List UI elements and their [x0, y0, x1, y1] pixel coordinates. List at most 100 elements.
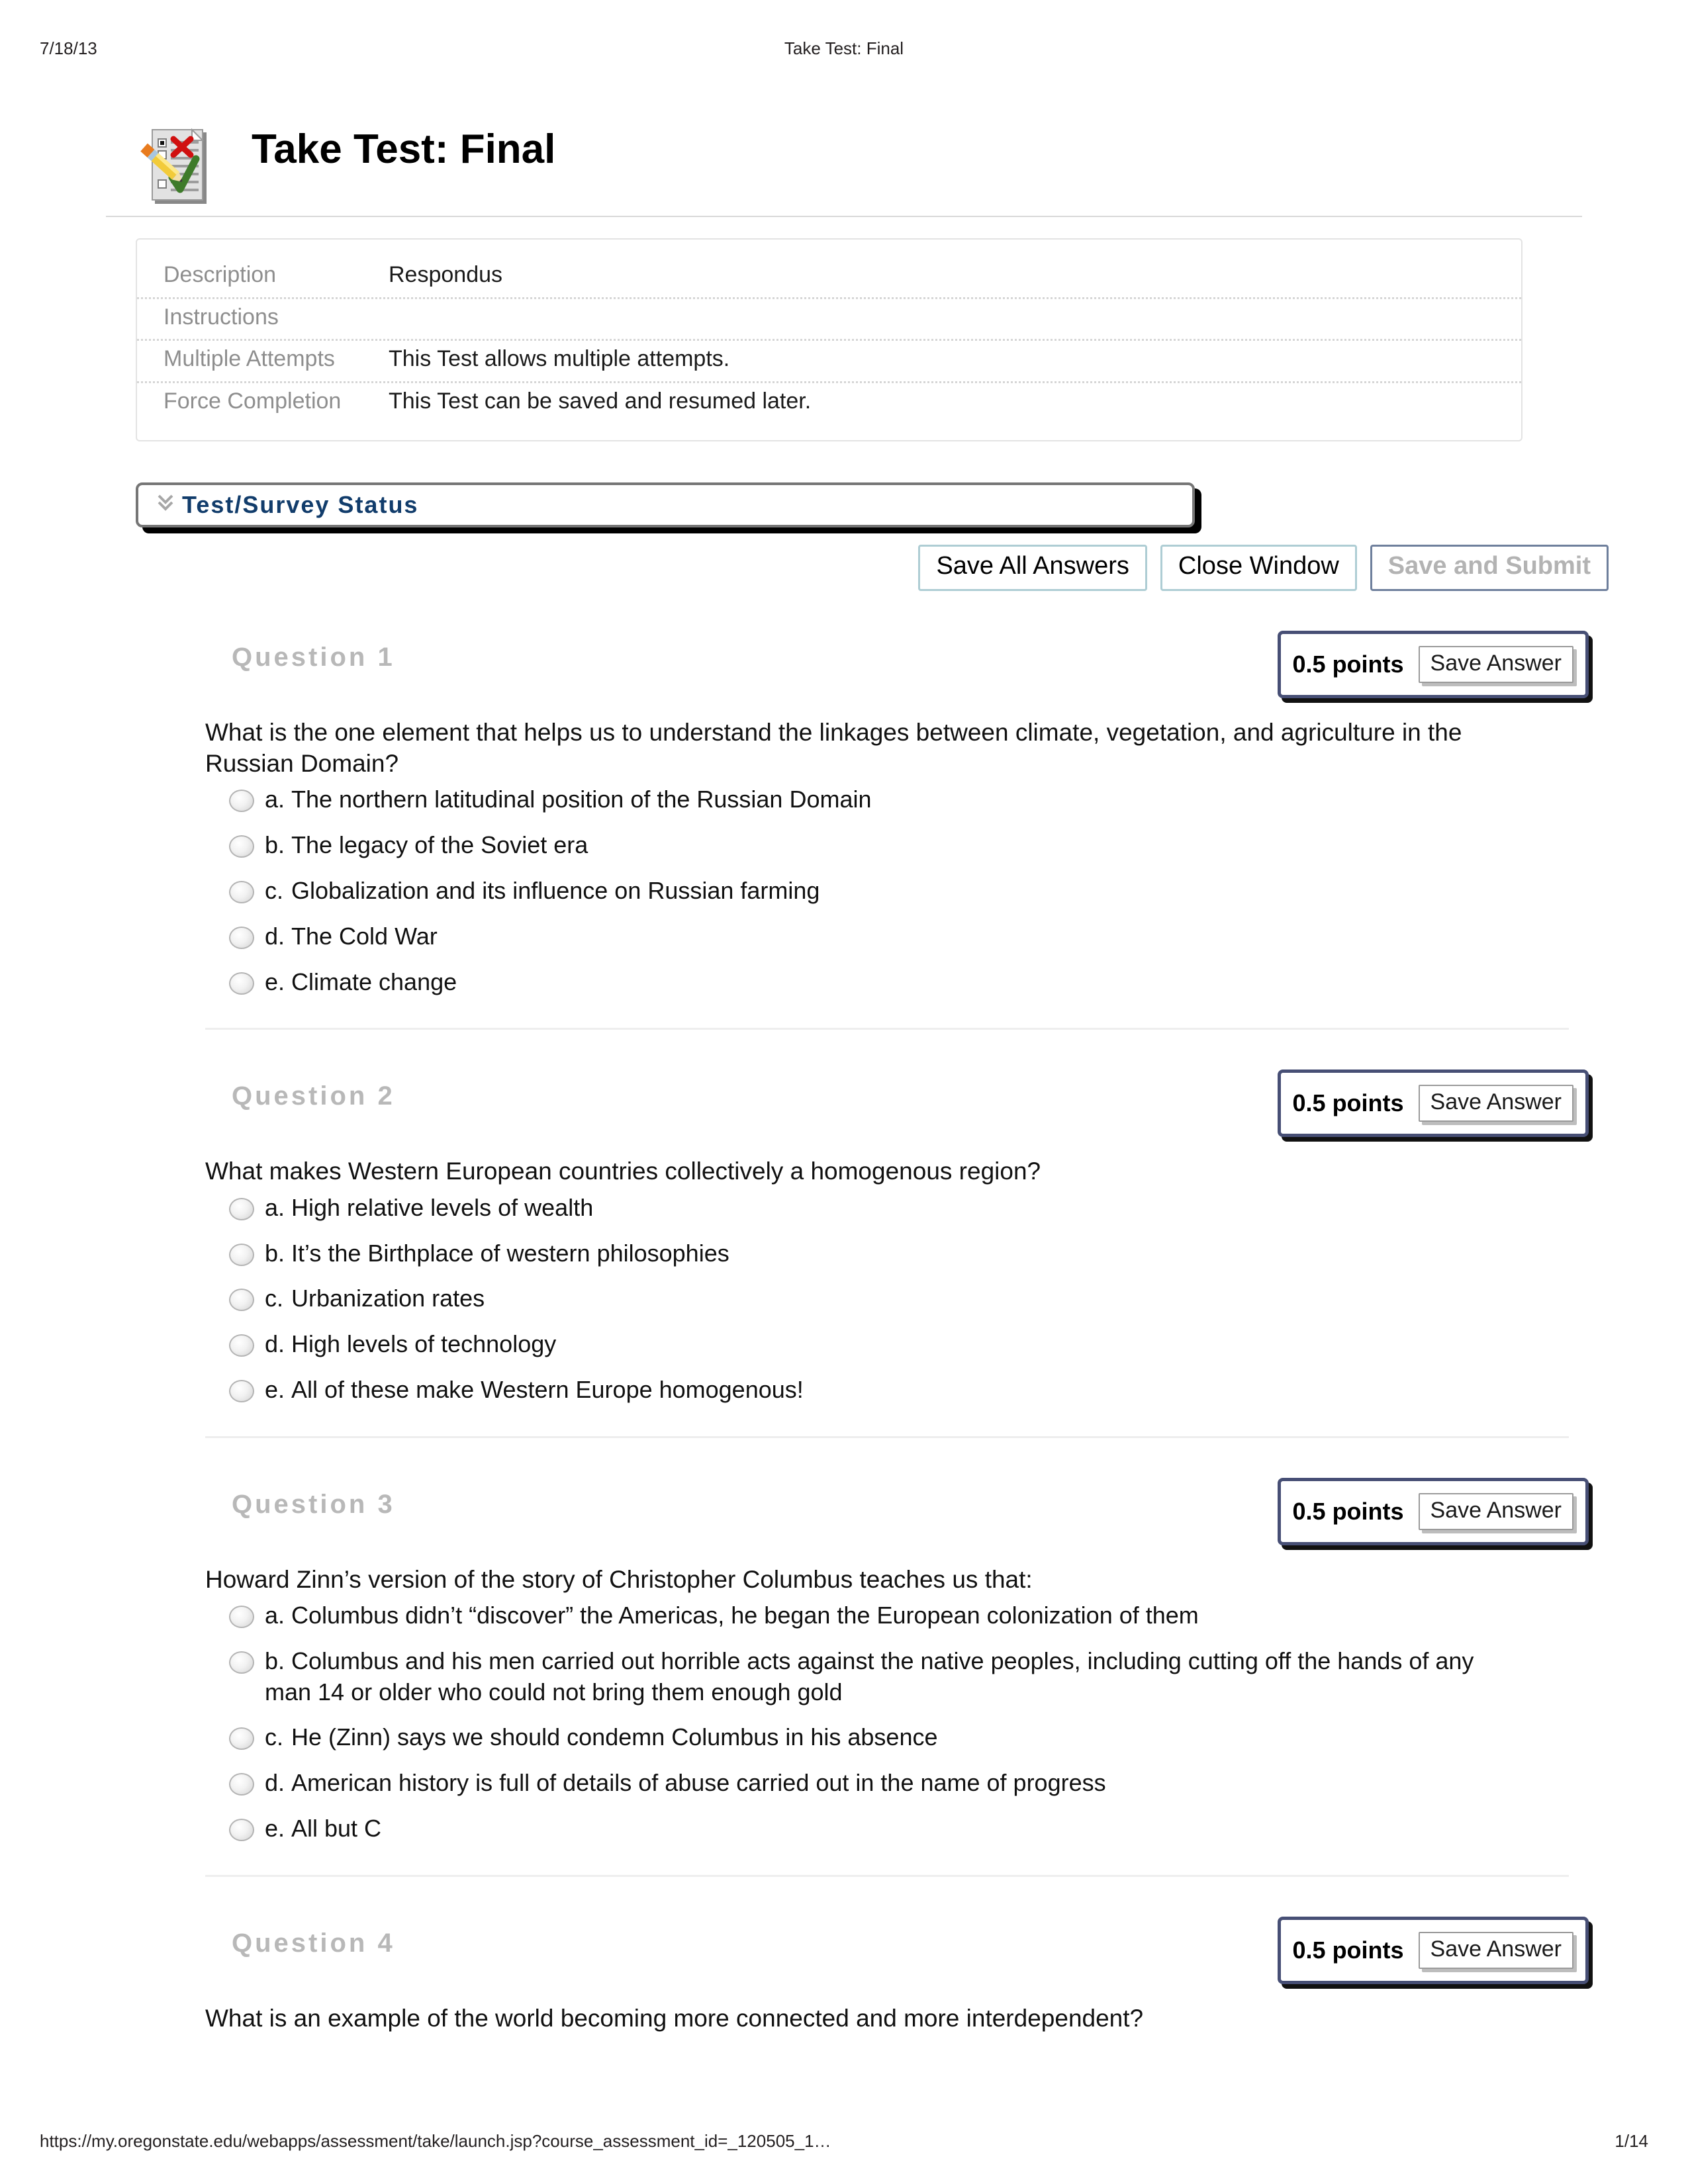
radio-button[interactable]: [229, 1819, 254, 1842]
chevron-double-down-icon: [157, 492, 174, 516]
radio-button[interactable]: [229, 1289, 254, 1312]
radio-button[interactable]: [229, 1197, 254, 1220]
title-divider: [106, 216, 1582, 217]
radio-button[interactable]: [229, 1379, 254, 1402]
save-answer-button[interactable]: Save Answer: [1418, 1492, 1573, 1530]
option-letter: b.: [265, 1239, 285, 1267]
question-text: What is an example of the world becoming…: [205, 2004, 1144, 2032]
option-row[interactable]: b. The legacy of the Soviet era: [205, 830, 1589, 861]
detail-value: Respondus: [389, 262, 503, 287]
close-window-button[interactable]: Close Window: [1160, 545, 1357, 591]
radio-button[interactable]: [229, 1651, 254, 1674]
option-letter: a.: [265, 1602, 285, 1629]
option-label: The northern latitudinal position of the…: [291, 786, 872, 813]
status-bar-wrap: Test/Survey Status: [136, 482, 1195, 527]
detail-label: Description: [164, 262, 277, 287]
question-text: What is the one element that helps us to…: [205, 718, 1462, 778]
radio-button[interactable]: [229, 1727, 254, 1751]
option-letter: c.: [265, 877, 284, 904]
radio-button[interactable]: [229, 926, 254, 949]
option-row[interactable]: d. High levels of technology: [205, 1329, 1589, 1360]
question-block: Question 1 0.5 points Save Answer What i…: [205, 591, 1589, 1030]
question-header: Question 1 0.5 points Save Answer: [205, 630, 1589, 710]
radio-button[interactable]: [229, 1334, 254, 1357]
question-points-box: 0.5 points Save Answer: [1277, 1916, 1589, 1984]
option-row[interactable]: a. High relative levels of wealth: [205, 1193, 1589, 1224]
points-label: 0.5 points: [1292, 650, 1404, 678]
radio-button[interactable]: [229, 835, 254, 858]
print-header: 7/18/13 Take Test: Final: [0, 38, 1688, 65]
status-bar-label: Test/Survey Status: [182, 491, 419, 518]
option-letter: e.: [265, 1375, 285, 1403]
radio-button[interactable]: [229, 1243, 254, 1266]
question-options: a. The northern latitudinal position of t…: [205, 784, 1589, 997]
option-row[interactable]: d. American history is full of details of…: [205, 1768, 1589, 1799]
save-answer-button[interactable]: Save Answer: [1418, 645, 1573, 683]
option-label: It’s the Birthplace of western philosoph…: [291, 1239, 729, 1267]
option-row[interactable]: c. Urbanization rates: [205, 1283, 1589, 1314]
question-number: Question 1: [232, 642, 395, 672]
radio-button[interactable]: [229, 790, 254, 813]
question-header: Question 2 0.5 points Save Answer: [205, 1069, 1589, 1149]
option-row[interactable]: a. The northern latitudinal position of t…: [205, 784, 1589, 815]
option-row[interactable]: e. Climate change: [205, 967, 1589, 998]
question-number: Question 3: [232, 1489, 395, 1519]
option-row[interactable]: c. Globalization and its influence on Rus…: [205, 876, 1589, 907]
detail-row: Multiple Attempts This Test allows multi…: [137, 341, 1521, 383]
question-number: Question 4: [232, 1928, 395, 1958]
question-header: Question 3 0.5 points Save Answer: [205, 1477, 1589, 1557]
save-answer-button[interactable]: Save Answer: [1418, 1931, 1573, 1969]
option-label: All of these make Western Europe homogen…: [291, 1375, 804, 1403]
option-row[interactable]: c. He (Zinn) says we should condemn Colum…: [205, 1722, 1589, 1753]
option-row[interactable]: e. All of these make Western Europe homog…: [205, 1375, 1589, 1406]
option-text: a. Columbus didn’t “discover” the America…: [265, 1600, 1278, 1631]
save-all-answers-button[interactable]: Save All Answers: [918, 545, 1147, 591]
option-row[interactable]: a. Columbus didn’t “discover” the America…: [205, 1600, 1589, 1631]
save-and-submit-button[interactable]: Save and Submit: [1370, 545, 1609, 591]
question-block: Question 3 0.5 points Save Answer Howard…: [205, 1438, 1589, 1877]
option-letter: c.: [265, 1723, 284, 1751]
page-title: Take Test: Final: [252, 126, 556, 172]
detail-row: Description Respondus: [137, 257, 1521, 299]
points-label: 0.5 points: [1292, 1089, 1404, 1117]
option-label: Columbus didn’t “discover” the Americas,…: [291, 1602, 1199, 1629]
radio-button[interactable]: [229, 1773, 254, 1796]
radio-button[interactable]: [229, 881, 254, 903]
option-label: American history is full of details of a…: [291, 1769, 1106, 1797]
radio-button[interactable]: [229, 1606, 254, 1629]
option-text: d. American history is full of details of…: [265, 1768, 1186, 1799]
detail-label: Force Completion: [164, 388, 342, 414]
option-row[interactable]: b. Columbus and his men carried out horri…: [205, 1646, 1589, 1708]
option-label: Globalization and its influence on Russi…: [291, 877, 820, 904]
test-checklist-icon: [138, 122, 221, 208]
option-text: e. All but C: [265, 1813, 461, 1844]
option-letter: b.: [265, 831, 285, 859]
option-letter: e.: [265, 968, 285, 995]
detail-label: Multiple Attempts: [164, 346, 335, 371]
print-header-title: Take Test: Final: [784, 38, 904, 58]
option-label: He (Zinn) says we should condemn Columbu…: [291, 1723, 938, 1751]
option-letter: d.: [265, 922, 285, 950]
save-answer-button[interactable]: Save Answer: [1418, 1085, 1573, 1122]
option-row[interactable]: e. All but C: [205, 1813, 1589, 1844]
option-row[interactable]: b. It’s the Birthplace of western philoso…: [205, 1238, 1589, 1269]
print-footer-page-number: 1/14: [1615, 2131, 1648, 2151]
detail-row: Instructions: [137, 299, 1521, 341]
question-points-box: 0.5 points Save Answer: [1277, 630, 1589, 698]
option-text: a. The northern latitudinal position of t…: [265, 784, 951, 815]
question-points-box: 0.5 points Save Answer: [1277, 1477, 1589, 1545]
option-text: d. High levels of technology: [265, 1329, 635, 1360]
option-text: b. Columbus and his men carried out horri…: [265, 1646, 1589, 1708]
question-header: Question 4 0.5 points Save Answer: [205, 1916, 1589, 1996]
question-number: Question 2: [232, 1081, 395, 1111]
test-survey-status-bar[interactable]: Test/Survey Status: [136, 482, 1195, 527]
option-text: c. Globalization and its influence on Rus…: [265, 876, 899, 907]
radio-button[interactable]: [229, 972, 254, 995]
detail-value: This Test can be saved and resumed later…: [389, 388, 812, 414]
option-row[interactable]: d. The Cold War: [205, 921, 1589, 952]
option-text: b. The legacy of the Soviet era: [265, 830, 667, 861]
option-text: e. All of these make Western Europe homog…: [265, 1375, 883, 1406]
detail-label: Instructions: [164, 304, 279, 330]
option-label: High levels of technology: [291, 1330, 557, 1358]
option-letter: b.: [265, 1647, 285, 1674]
